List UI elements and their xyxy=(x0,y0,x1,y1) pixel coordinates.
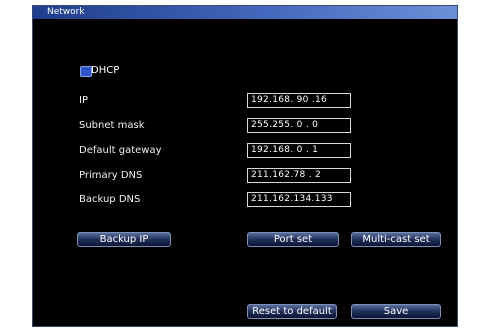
backup-dns-label: Backup DNS xyxy=(79,194,141,205)
subnet-mask-field[interactable]: 255.255. 0 . 0 xyxy=(247,118,351,133)
window-title: Network xyxy=(47,7,85,17)
network-window: Network DHCP IP 192.168. 90 .16 Subnet m… xyxy=(32,5,458,327)
title-bar: Network xyxy=(33,6,457,19)
backup-dns-field[interactable]: 211.162.134.133 xyxy=(247,192,351,207)
multicast-set-button[interactable]: Multi-cast set xyxy=(351,232,441,247)
port-set-button[interactable]: Port set xyxy=(247,232,339,247)
dhcp-label: DHCP xyxy=(91,65,120,76)
default-gateway-field[interactable]: 192.168. 0 . 1 xyxy=(247,143,351,158)
reset-to-default-button[interactable]: Reset to default xyxy=(247,304,337,319)
primary-dns-label: Primary DNS xyxy=(79,170,143,181)
backup-ip-button[interactable]: Backup IP xyxy=(77,232,171,247)
save-button[interactable]: Save xyxy=(351,304,441,319)
default-gateway-label: Default gateway xyxy=(79,145,162,156)
ip-label: IP xyxy=(79,95,88,106)
primary-dns-field[interactable]: 211.162.78 . 2 xyxy=(247,168,351,183)
ip-field[interactable]: 192.168. 90 .16 xyxy=(247,93,351,108)
subnet-mask-label: Subnet mask xyxy=(79,120,145,131)
